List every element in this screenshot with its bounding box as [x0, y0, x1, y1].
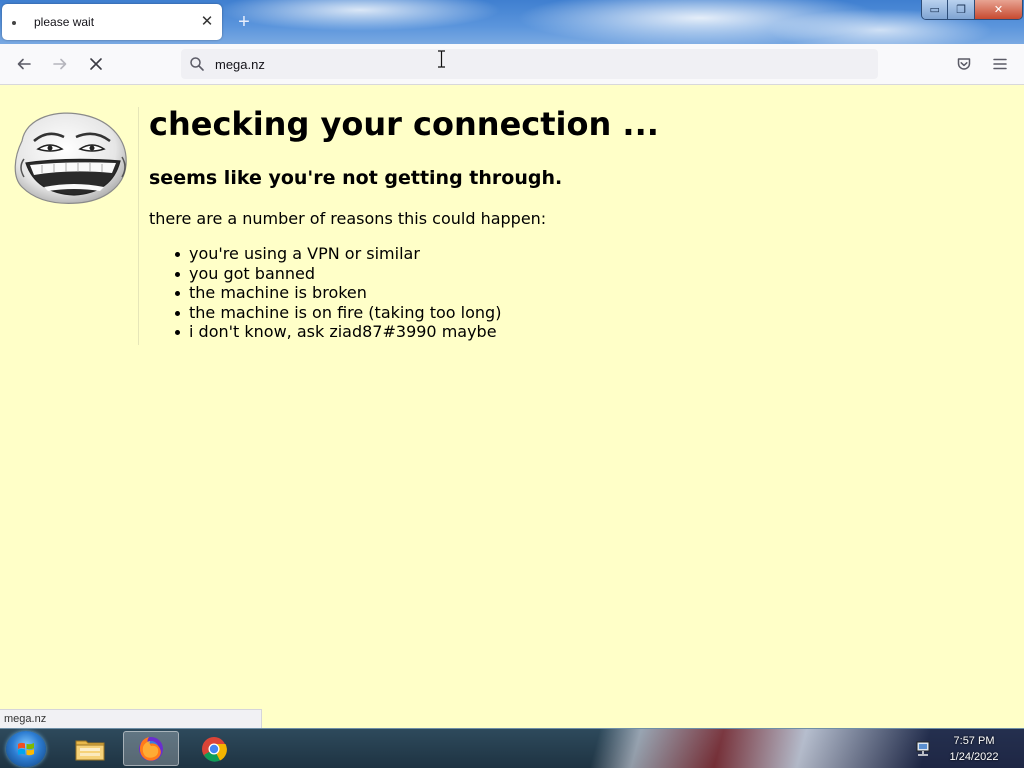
windows-explorer-icon	[75, 740, 105, 760]
restore-button[interactable]: ❐	[947, 0, 974, 19]
hamburger-menu-icon	[993, 58, 1007, 70]
list-item: the machine is broken	[174, 283, 501, 303]
windows-logo-icon	[18, 742, 34, 756]
firefox-icon	[139, 736, 163, 761]
chrome-icon	[202, 736, 227, 762]
tab-title: please wait	[34, 15, 95, 29]
arrow-right-icon	[53, 58, 67, 70]
url-text[interactable]: mega.nz	[215, 57, 265, 72]
app-menu-button[interactable]	[988, 52, 1012, 76]
back-button[interactable]	[12, 52, 36, 76]
content-divider	[138, 107, 139, 345]
tab-close-icon[interactable]: ✕	[198, 13, 216, 31]
url-bar[interactable]: mega.nz	[181, 49, 878, 79]
tab-please-wait[interactable]: please wait ✕	[2, 4, 222, 40]
clock-date: 1/24/2022	[949, 751, 999, 763]
taskbar-chrome-button[interactable]	[186, 731, 242, 766]
clock-time: 7:57 PM	[953, 735, 995, 747]
list-item: the machine is on fire (taking too long)	[174, 302, 502, 322]
stop-loading-button[interactable]	[84, 52, 108, 76]
list-item: you're using a VPN or similar	[174, 244, 501, 264]
page-heading: checking your connection ...	[149, 105, 659, 143]
tab-loading-indicator-icon	[12, 21, 16, 25]
page-content: checking your connection ... seems like …	[0, 85, 1024, 728]
taskbar-explorer-button[interactable]	[62, 731, 118, 766]
window-controls: ▭ ❐ ✕	[921, 0, 1023, 20]
forward-button[interactable]	[48, 52, 72, 76]
taskbar: 7:57 PM 1/24/2022	[0, 728, 1024, 768]
text-cursor-icon	[438, 50, 445, 68]
reasons-list: you're using a VPN or similar you got ba…	[174, 244, 502, 342]
network-icon[interactable]	[914, 741, 932, 757]
close-window-button[interactable]: ✕	[973, 0, 1022, 19]
page-subheading: seems like you're not getting through.	[149, 167, 563, 189]
list-item: you got banned	[174, 264, 501, 284]
taskbar-firefox-button[interactable]	[123, 731, 179, 766]
list-item: i don't know, ask ziad87#3990 maybe	[174, 322, 501, 342]
pocket-icon	[957, 58, 971, 70]
start-button[interactable]	[6, 731, 46, 767]
search-icon	[190, 57, 204, 71]
intro-text: there are a number of reasons this could…	[149, 209, 547, 228]
title-bar: please wait ✕ + ▭ ❐ ✕	[0, 0, 1024, 44]
status-url-panel: mega.nz	[0, 709, 262, 728]
troll-face-icon	[14, 112, 127, 204]
close-icon	[90, 58, 102, 70]
minimize-button[interactable]: ▭	[922, 0, 948, 19]
navigation-toolbar: mega.nz	[0, 44, 1024, 85]
arrow-left-icon	[17, 58, 31, 70]
pocket-button[interactable]	[952, 52, 976, 76]
system-clock[interactable]: 7:57 PM 1/24/2022	[942, 733, 1006, 765]
new-tab-button[interactable]: +	[234, 12, 254, 32]
